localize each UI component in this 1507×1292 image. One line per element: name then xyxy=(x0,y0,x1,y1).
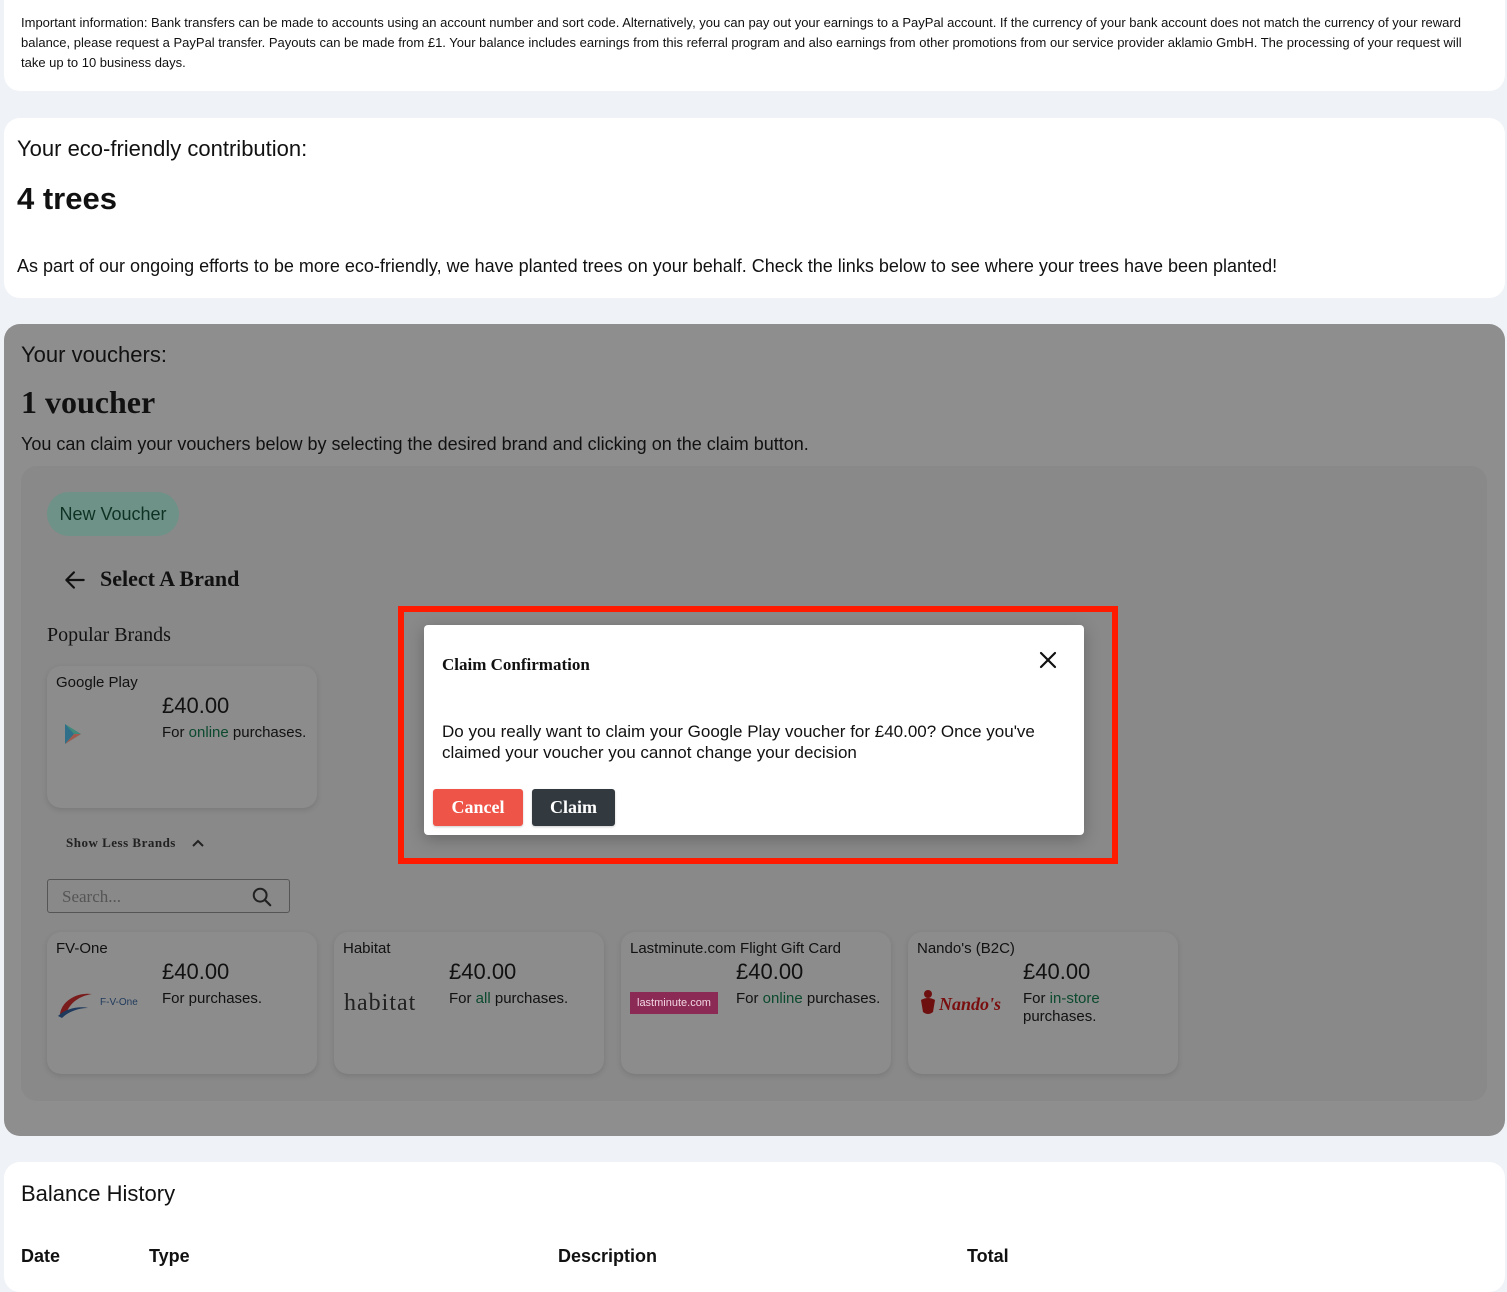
brand-card-habitat[interactable]: Habitat £40.00 For all purchases. habita… xyxy=(334,932,604,1074)
brand-amount: £40.00 xyxy=(1023,959,1091,984)
brand-card-nandos[interactable]: Nando's (B2C) £40.00 For in-store purcha… xyxy=(908,932,1178,1074)
habitat-logo: habitat xyxy=(344,990,417,1016)
brand-name: Nando's (B2C) xyxy=(917,940,1015,957)
eco-title: Your eco-friendly contribution: xyxy=(17,136,308,161)
brand-card-fv-one[interactable]: FV-One £40.00 For purchases. F-V-One xyxy=(47,932,317,1074)
select-brand-heading: Select A Brand xyxy=(100,566,240,591)
new-voucher-tab[interactable]: New Voucher xyxy=(47,492,179,536)
brand-amount: £40.00 xyxy=(449,959,517,984)
balance-history-title: Balance History xyxy=(21,1181,176,1206)
eco-description: As part of our ongoing efforts to be mor… xyxy=(17,256,1278,276)
brand-amount: £40.00 xyxy=(736,959,804,984)
important-info-text: Important information: Bank transfers ca… xyxy=(21,15,1462,70)
claim-confirmation-modal: Claim Confirmation Do you really want to… xyxy=(424,625,1084,835)
vouchers-title: Your vouchers: xyxy=(21,342,167,367)
column-header-total: Total xyxy=(967,1246,1009,1266)
brand-search-input[interactable] xyxy=(62,886,242,908)
column-header-description: Description xyxy=(558,1246,658,1266)
brand-description: For online purchases. xyxy=(736,990,881,1007)
cancel-button[interactable]: Cancel xyxy=(433,789,523,826)
google-play-logo xyxy=(65,724,81,744)
brand-name: Habitat xyxy=(343,940,391,957)
column-header-type: Type xyxy=(149,1246,190,1266)
close-icon[interactable] xyxy=(1037,649,1059,671)
brand-search-box xyxy=(47,879,290,913)
search-icon[interactable] xyxy=(251,886,273,908)
brand-description: For in-store purchases. xyxy=(1023,990,1100,1025)
lastminute-logo: lastminute.com xyxy=(630,992,718,1014)
balance-history-card xyxy=(4,1162,1505,1292)
brand-description: For purchases. xyxy=(162,990,263,1007)
back-arrow-icon[interactable] xyxy=(62,567,88,593)
info-card: Important information: Bank transfers ca… xyxy=(4,0,1505,91)
brand-card-lastminute[interactable]: Lastminute.com Flight Gift Card £40.00 F… xyxy=(621,932,891,1074)
show-less-brands-toggle[interactable]: Show Less Brands xyxy=(66,835,176,851)
column-header-date: Date xyxy=(21,1246,61,1266)
brand-amount: £40.00 xyxy=(162,959,230,984)
vouchers-count: 1 voucher xyxy=(21,384,156,420)
chevron-up-icon[interactable] xyxy=(190,836,206,850)
modal-body-text: Do you really want to claim your Google … xyxy=(442,722,1035,762)
modal-title: Claim Confirmation xyxy=(442,655,590,674)
brand-card-google-play[interactable]: Google Play £40.00 For online purchases. xyxy=(47,666,317,808)
brand-description: For all purchases. xyxy=(449,990,569,1007)
nandos-logo: Nando's xyxy=(917,988,1012,1018)
popular-brands-heading: Popular Brands xyxy=(47,624,171,646)
brand-name: FV-One xyxy=(56,940,108,957)
brand-name: Google Play xyxy=(56,674,138,691)
brand-name: Lastminute.com Flight Gift Card xyxy=(630,940,841,957)
vouchers-description: You can claim your vouchers below by sel… xyxy=(21,434,809,454)
eco-tree-count: 4 trees xyxy=(17,181,117,216)
brand-amount: £40.00 xyxy=(162,693,230,718)
brand-description: For online purchases. xyxy=(162,724,307,741)
fv-one-logo: F-V-One xyxy=(56,988,146,1018)
claim-button[interactable]: Claim xyxy=(532,789,615,826)
